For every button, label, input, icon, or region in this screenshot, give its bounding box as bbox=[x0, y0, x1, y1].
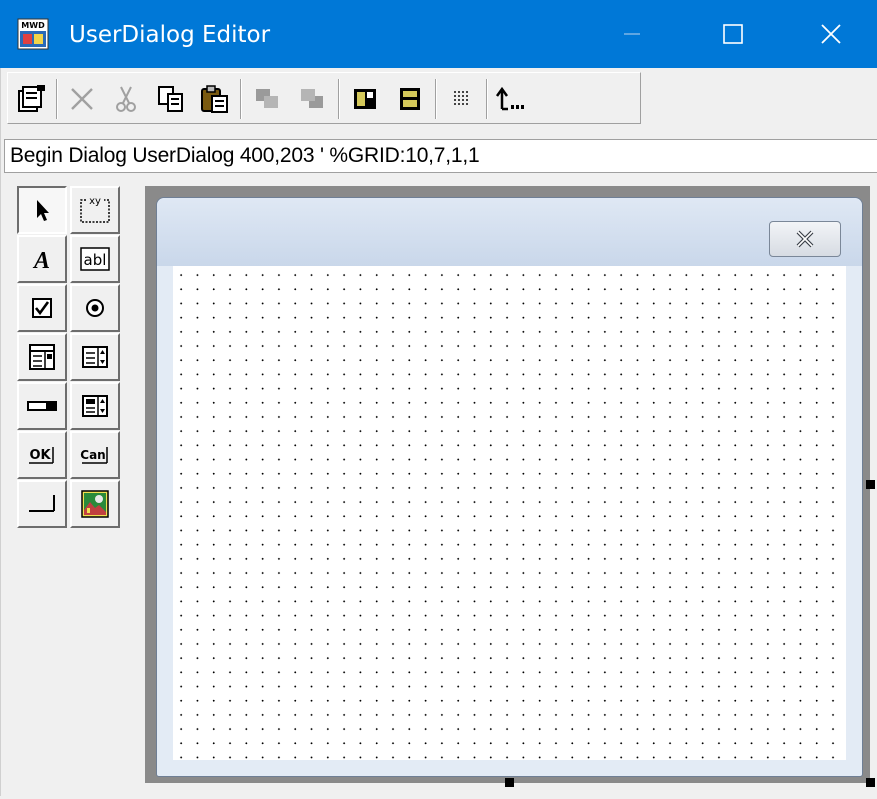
resize-handle-bottom[interactable] bbox=[505, 778, 514, 787]
text-box-tool[interactable]: abl bbox=[70, 235, 120, 283]
dialog-close-button[interactable] bbox=[769, 221, 841, 257]
copy-icon bbox=[158, 86, 183, 112]
properties-icon bbox=[18, 85, 45, 112]
exit-editor-button[interactable] bbox=[494, 82, 528, 116]
cancel-button-icon: Can bbox=[80, 447, 108, 464]
push-button-tool[interactable] bbox=[17, 480, 67, 528]
toolbar-separator bbox=[56, 79, 58, 119]
size-button[interactable] bbox=[393, 82, 427, 116]
window-left-border bbox=[0, 68, 4, 799]
svg-text:xy: xy bbox=[89, 196, 101, 207]
align-icon bbox=[354, 89, 376, 109]
maximize-icon bbox=[723, 24, 743, 44]
properties-button[interactable] bbox=[14, 82, 48, 116]
close-button[interactable] bbox=[785, 0, 877, 68]
text-icon: A bbox=[32, 248, 50, 274]
toolbar-separator bbox=[486, 79, 488, 119]
listbox-icon bbox=[29, 344, 55, 370]
group-box-tool[interactable]: xy bbox=[70, 186, 120, 234]
grid-button[interactable] bbox=[445, 82, 479, 116]
pointer-icon bbox=[37, 200, 49, 221]
delete-icon bbox=[71, 88, 93, 110]
svg-text:Can: Can bbox=[80, 448, 105, 462]
dialog-canvas bbox=[145, 186, 870, 783]
push-button-icon bbox=[29, 495, 55, 512]
ok-button-tool[interactable]: OK bbox=[17, 431, 67, 479]
send-back-icon bbox=[301, 89, 323, 108]
picture-tool[interactable] bbox=[70, 480, 120, 528]
checkbox-icon bbox=[32, 298, 52, 318]
text-tool[interactable]: A bbox=[17, 235, 67, 283]
cancel-button-tool[interactable]: Can bbox=[70, 431, 120, 479]
pointer-tool[interactable] bbox=[17, 186, 67, 234]
dialog-code-line[interactable]: Begin Dialog UserDialog 400,203 ' %GRID:… bbox=[4, 139, 877, 173]
exit-icon bbox=[495, 86, 524, 111]
send-to-back-button[interactable] bbox=[296, 82, 330, 116]
droplist-icon bbox=[27, 401, 57, 411]
close-icon bbox=[821, 24, 841, 44]
window-title: UserDialog Editor bbox=[69, 22, 271, 48]
toolbox: xy A abl OK Can bbox=[17, 186, 121, 532]
option-button-tool[interactable] bbox=[70, 284, 120, 332]
toolbar-separator bbox=[435, 79, 437, 119]
list-box-tool[interactable] bbox=[17, 333, 67, 381]
code-line-text: Begin Dialog UserDialog 400,203 ' %GRID:… bbox=[10, 144, 480, 167]
title-bar[interactable]: MWD UserDialog Editor bbox=[0, 0, 877, 68]
svg-text:A: A bbox=[32, 248, 50, 274]
dropcombo-icon bbox=[82, 395, 108, 417]
dialog-grid-area[interactable] bbox=[173, 266, 846, 760]
paste-icon bbox=[201, 85, 228, 113]
minimize-icon bbox=[624, 33, 640, 35]
delete-button[interactable] bbox=[65, 82, 99, 116]
toolbar bbox=[7, 72, 641, 124]
picture-icon bbox=[81, 490, 109, 518]
svg-text:MWD: MWD bbox=[21, 21, 45, 30]
toolbar-separator bbox=[338, 79, 340, 119]
dialog-close-icon bbox=[796, 230, 814, 248]
combobox-icon bbox=[82, 346, 108, 368]
align-button[interactable] bbox=[348, 82, 382, 116]
ok-button-icon: OK bbox=[29, 447, 54, 464]
group-box-icon: xy bbox=[80, 196, 110, 223]
user-dialog-preview[interactable] bbox=[156, 197, 863, 777]
grid-icon bbox=[454, 91, 468, 105]
bring-to-front-button[interactable] bbox=[251, 82, 285, 116]
size-icon bbox=[400, 88, 420, 110]
drop-combo-box-tool[interactable] bbox=[70, 382, 120, 430]
cut-button[interactable] bbox=[109, 82, 143, 116]
minimize-button[interactable] bbox=[586, 0, 678, 68]
dialog-title-bar bbox=[157, 198, 862, 266]
check-box-tool[interactable] bbox=[17, 284, 67, 332]
toolbar-area bbox=[4, 68, 877, 128]
resize-handle-corner[interactable] bbox=[866, 778, 875, 787]
combo-box-tool[interactable] bbox=[70, 333, 120, 381]
paste-button[interactable] bbox=[198, 82, 232, 116]
drop-list-box-tool[interactable] bbox=[17, 382, 67, 430]
maximize-button[interactable] bbox=[687, 0, 779, 68]
copy-button[interactable] bbox=[154, 82, 188, 116]
app-icon: MWD bbox=[17, 18, 49, 50]
svg-text:abl: abl bbox=[84, 251, 107, 269]
scissors-icon bbox=[116, 86, 136, 112]
svg-text:OK: OK bbox=[29, 448, 51, 463]
textbox-icon: abl bbox=[80, 247, 110, 271]
toolbar-separator bbox=[240, 79, 242, 119]
option-button-icon bbox=[86, 299, 104, 317]
bring-front-icon bbox=[256, 89, 278, 108]
resize-handle-right[interactable] bbox=[866, 480, 875, 489]
